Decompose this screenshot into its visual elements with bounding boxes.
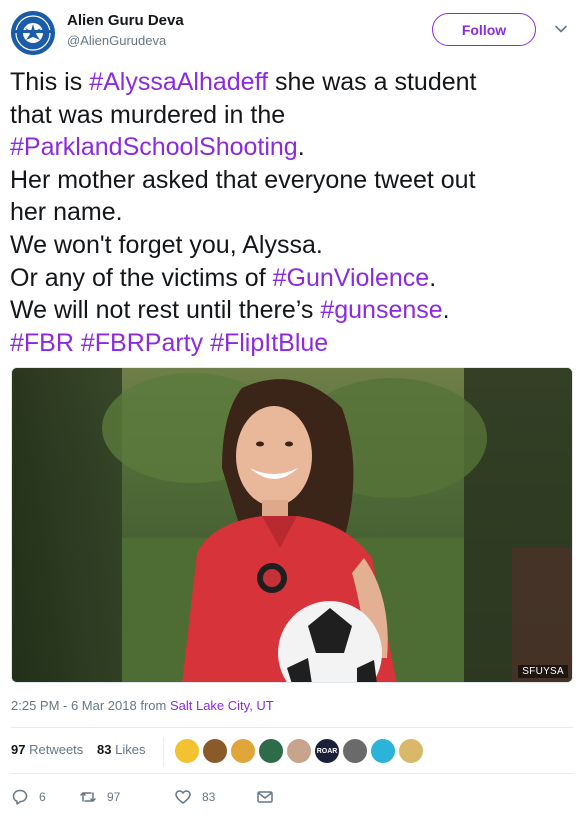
heart-icon (175, 790, 191, 804)
hashtag-link[interactable]: #GunViolence (273, 264, 430, 292)
chevron-down-icon[interactable] (554, 22, 568, 36)
reply-icon (12, 789, 28, 805)
tweet-photo[interactable]: SFUYSA (11, 367, 573, 683)
tweet-text-run: . (297, 133, 305, 162)
likes-stat[interactable]: 83 Likes (97, 742, 145, 757)
retweet-icon (80, 792, 96, 802)
tweet-text-run: her name. (10, 198, 123, 227)
tweet-text-line: her name. (10, 196, 578, 229)
like-count: 83 (202, 790, 216, 804)
tweet-text-run: . (442, 296, 450, 325)
direct-message-action[interactable] (256, 788, 284, 806)
tweet-text-line: Her mother asked that everyone tweet out (10, 164, 578, 197)
like-action[interactable]: 83 (174, 788, 215, 806)
retweets-stat[interactable]: 97 Retweets (11, 742, 83, 757)
photo-credit: SFUYSA (518, 665, 568, 678)
hashtag-link[interactable]: #gunsense (320, 296, 442, 324)
liker-avatar[interactable] (342, 738, 368, 764)
tweet-text-run: We won't forget you, Alyssa. (10, 230, 323, 259)
tweet-text-run: that was murdered in the (10, 100, 286, 129)
liker-avatar[interactable] (398, 738, 424, 764)
liker-avatar[interactable] (258, 738, 284, 764)
hashtag-link[interactable]: #FlipItBlue (210, 329, 328, 357)
liker-avatar[interactable] (202, 738, 228, 764)
retweets-count: 97 (11, 742, 26, 757)
likes-label: Likes (115, 742, 146, 757)
retweet-count: 97 (107, 790, 121, 804)
engagement-stats: 97 Retweets 83 Likes ROAR (11, 731, 573, 773)
location-link[interactable]: Salt Lake City, UT (170, 698, 274, 713)
tweet-text-run: Her mother asked that everyone tweet out (10, 165, 476, 194)
user-avatar[interactable] (11, 11, 55, 55)
display-name[interactable]: Alien Guru Deva (67, 12, 184, 29)
hashtag-link[interactable]: #FBRParty (81, 329, 203, 357)
likes-count: 83 (97, 742, 112, 757)
tweet-text-line: Or any of the victims of #GunViolence. (10, 262, 578, 295)
rebel-alliance-logo-icon (11, 11, 55, 55)
roar-badge-text: ROAR (316, 747, 338, 755)
tweet-text-run (74, 329, 81, 357)
reply-action[interactable]: 6 (11, 788, 46, 806)
hashtag-link[interactable]: #AlyssaAlhadeff (89, 68, 268, 96)
tweet-header: Alien Guru Deva @AlienGurudeva Follow (0, 0, 587, 60)
liker-avatar[interactable] (174, 738, 200, 764)
envelope-icon (257, 791, 273, 803)
liker-avatar[interactable]: ROAR (314, 738, 340, 764)
tweet-text-line: #ParklandSchoolShooting. (10, 131, 578, 164)
retweets-label: Retweets (29, 742, 84, 757)
reply-count: 6 (39, 790, 46, 804)
hashtag-link[interactable]: #FBR (10, 329, 74, 357)
tweet-text-run: This is (10, 68, 90, 96)
tweet-text-run: We will not rest until there’s (10, 296, 321, 325)
tweet-text-line: We won't forget you, Alyssa. (10, 229, 578, 262)
tweet-actions: 6 97 83 (11, 786, 311, 810)
liker-avatar[interactable] (370, 738, 396, 764)
tweet-timestamp: 2:25 PM - 6 Mar 2018 from Salt Lake City… (11, 698, 274, 713)
retweet-action[interactable]: 97 (79, 788, 120, 806)
liker-avatar[interactable] (230, 738, 256, 764)
girl-with-soccer-ball-photo (12, 368, 572, 682)
hashtag-link[interactable]: #ParklandSchoolShooting (10, 133, 298, 161)
stats-separator (163, 737, 164, 767)
timestamp-text[interactable]: 2:25 PM - 6 Mar 2018 from (11, 698, 170, 713)
divider (11, 773, 573, 774)
tweet-text-run: . (429, 263, 437, 292)
tweet-text: This is #AlyssaAlhadeff she was a studen… (10, 66, 578, 359)
tweet-text-line: that was murdered in the (10, 99, 578, 132)
divider (11, 727, 573, 728)
tweet-text-line: #FBR #FBRParty #FlipItBlue (10, 327, 578, 360)
tweet-text-run: Or any of the victims of (10, 263, 273, 292)
tweet-text-line: We will not rest until there’s #gunsense… (10, 294, 578, 327)
liker-avatar[interactable] (286, 738, 312, 764)
tweet-text-line: This is #AlyssaAlhadeff she was a studen… (10, 66, 578, 99)
user-handle[interactable]: @AlienGurudeva (67, 33, 166, 48)
follow-button[interactable]: Follow (432, 13, 536, 46)
tweet-text-run: she was a student (268, 68, 477, 96)
